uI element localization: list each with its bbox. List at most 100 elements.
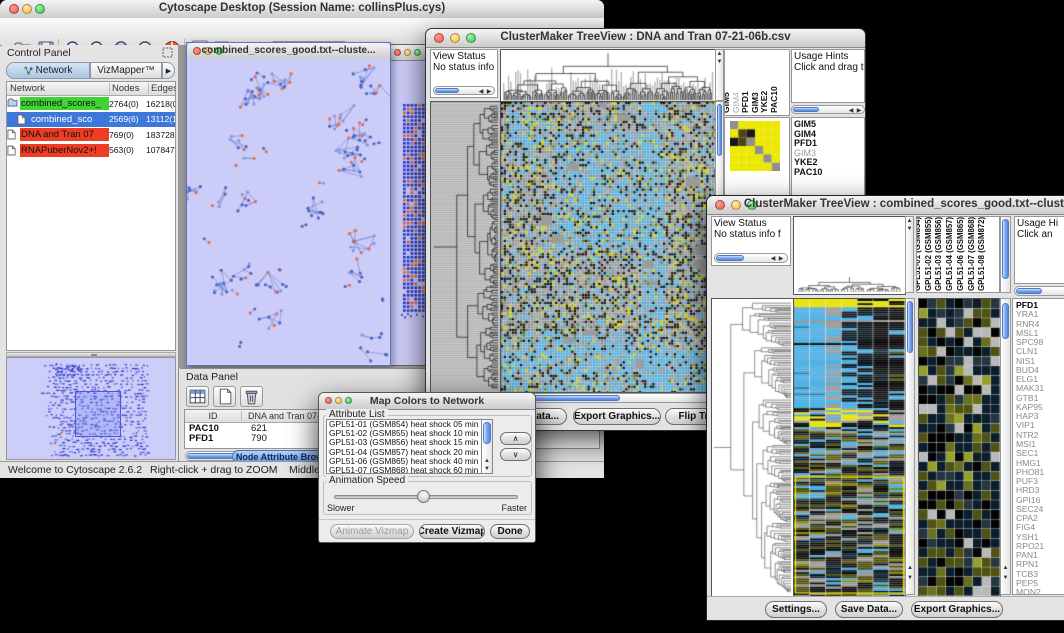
dialog-titlebar[interactable]: Map Colors to Network	[319, 393, 535, 410]
tv1-row-label[interactable]: PAC10	[794, 168, 864, 178]
tv1-usage-hints-panel: Usage Hints Click and drag to	[791, 49, 865, 103]
attribute-row-id: PFD1	[185, 433, 245, 444]
tv1-hints-scrollbar[interactable]: ◀▶	[791, 105, 865, 114]
screen: Cytoscape Desktop (Session Name: collins…	[0, 0, 1064, 633]
attribute-list-item[interactable]: GPL51-07 (GSM868) heat shock 60 min	[327, 466, 481, 474]
treeview1-title: ClusterMaker TreeView : DNA and Tran 07-…	[426, 31, 865, 43]
tv2-view-status-message: No status info f	[714, 229, 781, 240]
animate-vizmap-button[interactable]: Animate Vizmap	[330, 524, 414, 539]
tv1-status-scrollbar[interactable]: ◀▶	[433, 86, 495, 95]
slider-thumb[interactable]	[417, 490, 430, 503]
treeview1-titlebar[interactable]: ClusterMaker TreeView : DNA and Tran 07-…	[426, 29, 865, 48]
map-colors-dialog: Map Colors to Network Attribute List GPL…	[318, 392, 536, 543]
close-button[interactable]	[394, 49, 401, 56]
tv2-usage-hints-message: Click an	[1017, 229, 1053, 240]
move-down-button[interactable]: ∨	[500, 448, 531, 461]
network-view-canvas[interactable]	[187, 59, 390, 365]
tv2-button-bar: Settings... Save Data... Export Graphics…	[707, 596, 1064, 623]
network-list-row[interactable]: RNAPuberNov2+!563(0)107847(0)	[7, 143, 175, 159]
tv2-save-data-button[interactable]: Save Data...	[835, 601, 903, 618]
tv2-column-label[interactable]: GPL51-06 (GSM865)	[955, 217, 966, 291]
attribute-list-scrollbar[interactable]: ▲▼	[481, 419, 493, 474]
tv1-coldendro-scrollbar[interactable]: ▲▼	[715, 49, 724, 101]
tv2-column-label[interactable]: GPL51-03 (GSM856)	[933, 217, 944, 291]
minimize-button[interactable]	[404, 49, 411, 56]
tv2-column-dendrogram[interactable]	[793, 216, 906, 295]
network-edges-count: 16218(0)	[146, 99, 176, 109]
tv1-similarity-matrix[interactable]	[730, 121, 780, 171]
tv2-coldendro-scrollbar[interactable]: ▲▼	[905, 216, 914, 293]
attribute-row-id: PAC10	[185, 423, 245, 434]
gene-label[interactable]: MON2	[1016, 588, 1064, 595]
more-tabs-button[interactable]: ▶	[162, 62, 175, 79]
select-attributes-button[interactable]	[186, 386, 209, 407]
treeview2-title: ClusterMaker TreeView : combined_scores_…	[707, 198, 1064, 210]
tv2-collabel-scrollbar[interactable]	[1000, 216, 1011, 293]
float-panel-icon[interactable]	[162, 47, 173, 58]
col-id[interactable]: ID	[185, 411, 242, 421]
delete-attribute-icon[interactable]	[240, 386, 263, 407]
folder-icon	[7, 98, 20, 109]
network-table-header[interactable]: Network Nodes Edges	[7, 82, 175, 96]
tv2-row-dendrogram[interactable]	[711, 298, 795, 597]
tv2-heatmap[interactable]	[793, 298, 906, 597]
network-edges-count: 183728(0)	[146, 130, 176, 140]
done-button[interactable]: Done	[490, 524, 530, 539]
tv1-view-status-message: No status info f	[433, 62, 498, 73]
file-icon	[17, 114, 30, 125]
treeview2-window: ClusterMaker TreeView : combined_scores_…	[706, 195, 1064, 621]
birdseye-view[interactable]	[6, 357, 176, 460]
tv1-row-dendrogram[interactable]	[430, 101, 502, 393]
tv1-usage-hints-title: Usage Hints	[794, 51, 848, 62]
tv2-gene-labels: PFD1YRA1RNR4MSL1SPC98CLN1NIS1BUD4ELG1MAK…	[1012, 298, 1064, 595]
zoom-button[interactable]	[414, 49, 421, 56]
col-edges[interactable]: Edges	[149, 83, 176, 94]
move-up-button[interactable]: ∧	[500, 432, 531, 445]
tv1-view-status-panel: View Status No status info f ◀▶	[430, 49, 498, 98]
network-edges-count: 13112(15)	[146, 114, 176, 124]
tv1-export-graphics-button[interactable]: Export Graphics...	[573, 408, 661, 425]
tv1-heatmap[interactable]	[500, 101, 716, 393]
slider-max-label: Faster	[501, 503, 527, 513]
grid-network-canvas[interactable]	[389, 60, 429, 366]
tab-network[interactable]: Network	[6, 62, 90, 79]
col-nodes[interactable]: Nodes	[110, 83, 149, 94]
network-window-titlebar[interactable]: combined_scores_good.txt--cluste...	[187, 43, 390, 60]
tv1-column-label[interactable]: PAC10	[769, 86, 780, 113]
tv2-column-label[interactable]: GPL51-01 (GSM854)	[916, 217, 923, 291]
create-vizmap-button[interactable]: Create Vizmap	[419, 524, 485, 539]
treeview2-titlebar[interactable]: ClusterMaker TreeView : combined_scores_…	[707, 196, 1064, 215]
tv2-status-scrollbar[interactable]: ◀▶	[714, 253, 788, 263]
file-icon	[7, 145, 20, 156]
animation-group-label: Animation Speed	[326, 475, 408, 486]
tv2-hints-scrollbar[interactable]: ◀▶	[1014, 286, 1064, 296]
tv2-export-graphics-button[interactable]: Export Graphics...	[911, 601, 1003, 618]
tv2-usage-hints-panel: Usage Hi Click an	[1014, 216, 1064, 284]
network-tab-icon	[24, 66, 33, 75]
new-attribute-button[interactable]	[213, 386, 236, 407]
tv2-settings-button[interactable]: Settings...	[765, 601, 827, 618]
tv1-column-dendrogram[interactable]	[500, 49, 716, 103]
network-list-row[interactable]: DNA and Tran 07769(0)183728(0)	[7, 127, 175, 143]
tab-network-label: Network	[36, 65, 73, 76]
data-panel-title: Data Panel	[186, 371, 238, 383]
network-list-row[interactable]: combined_sco2569(6)13112(15)	[7, 112, 175, 128]
network-view-window: combined_scores_good.txt--cluste...	[186, 42, 391, 366]
tv2-column-label[interactable]: GPL51-08 (GSM872)	[976, 217, 987, 291]
col-network[interactable]: Network	[7, 83, 110, 94]
network-name: RNAPuberNov2+!	[20, 144, 109, 157]
more-tabs-arrow: ▶	[166, 67, 171, 75]
tv2-heatmap-vscrollbar[interactable]: ▲▼	[905, 298, 915, 595]
tv2-column-label[interactable]: GPL51-04 (GSM857)	[944, 217, 955, 291]
tv2-column-label[interactable]: GPL51-07 (GSM868)	[966, 217, 977, 291]
network-list-row[interactable]: combined_scores_2764(0)16218(0)	[7, 96, 175, 112]
tv2-view-status-title: View Status	[714, 218, 767, 229]
dialog-title: Map Colors to Network	[319, 395, 535, 407]
tv2-genelist-scrollbar[interactable]: ▲▼	[1000, 298, 1011, 595]
main-titlebar[interactable]: Cytoscape Desktop (Session Name: collins…	[0, 0, 604, 19]
tab-vizmapper[interactable]: VizMapper™	[90, 62, 162, 79]
network-table: Network Nodes Edges combined_scores_2764…	[6, 81, 176, 351]
birdseye-viewport-rect[interactable]	[75, 391, 121, 437]
tv2-zoom-view[interactable]	[918, 298, 1001, 597]
control-panel: Control Panel Network VizMapper™ ▶ Netwo…	[2, 45, 179, 461]
